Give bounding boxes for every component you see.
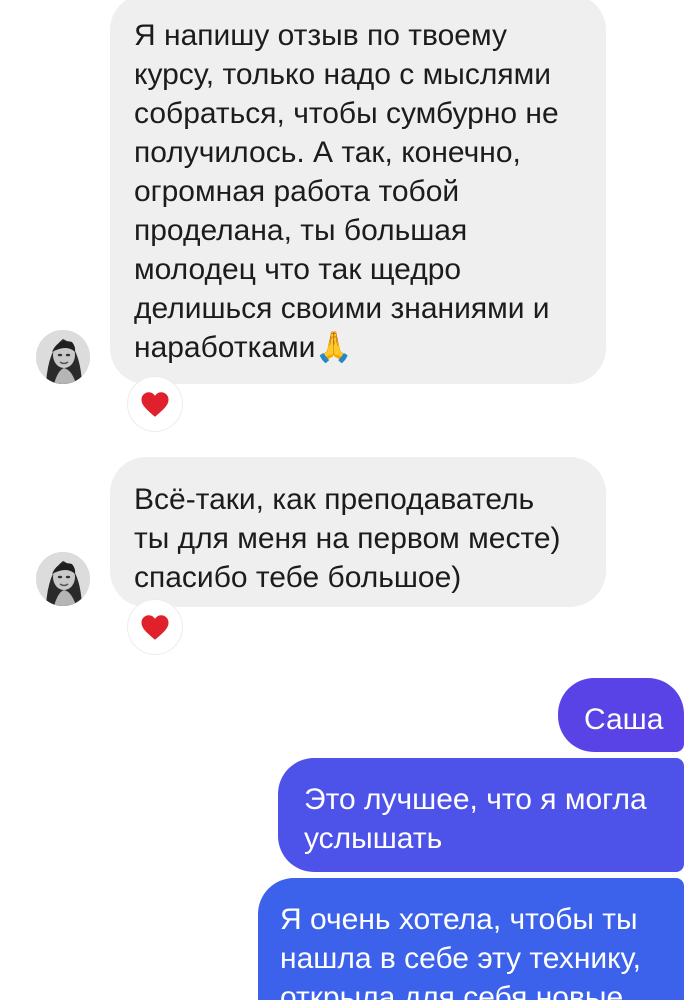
contact-avatar[interactable] [36, 552, 90, 606]
message-thread: Я напишу отзыв по твоему курсу, только н… [0, 0, 700, 1000]
message-text: Всё-таки, как преподаватель ты для меня … [134, 483, 561, 594]
folded-hands-emoji: 🙏 [315, 330, 353, 365]
outgoing-message[interactable]: Я очень хотела, чтобы ты нашла в себе эт… [258, 878, 684, 1000]
heart-icon [141, 391, 169, 417]
profile-photo [36, 552, 90, 606]
message-text: Саша [584, 703, 664, 736]
outgoing-message[interactable]: Саша [558, 678, 684, 752]
incoming-message[interactable]: Всё-таки, как преподаватель ты для меня … [110, 457, 606, 607]
message-text: Я очень хотела, чтобы ты нашла в себе эт… [280, 903, 641, 1000]
outgoing-message[interactable]: Это лучшее, что я могла услышать [278, 758, 684, 872]
profile-photo [36, 330, 90, 384]
message-text: Это лучшее, что я могла услышать [304, 783, 647, 855]
heart-icon [141, 614, 169, 640]
incoming-message[interactable]: Я напишу отзыв по твоему курсу, только н… [110, 0, 606, 384]
message-text: Я напишу отзыв по твоему курсу, только н… [134, 19, 559, 364]
heart-reaction[interactable] [128, 377, 182, 431]
contact-avatar[interactable] [36, 330, 90, 384]
heart-reaction[interactable] [128, 600, 182, 654]
